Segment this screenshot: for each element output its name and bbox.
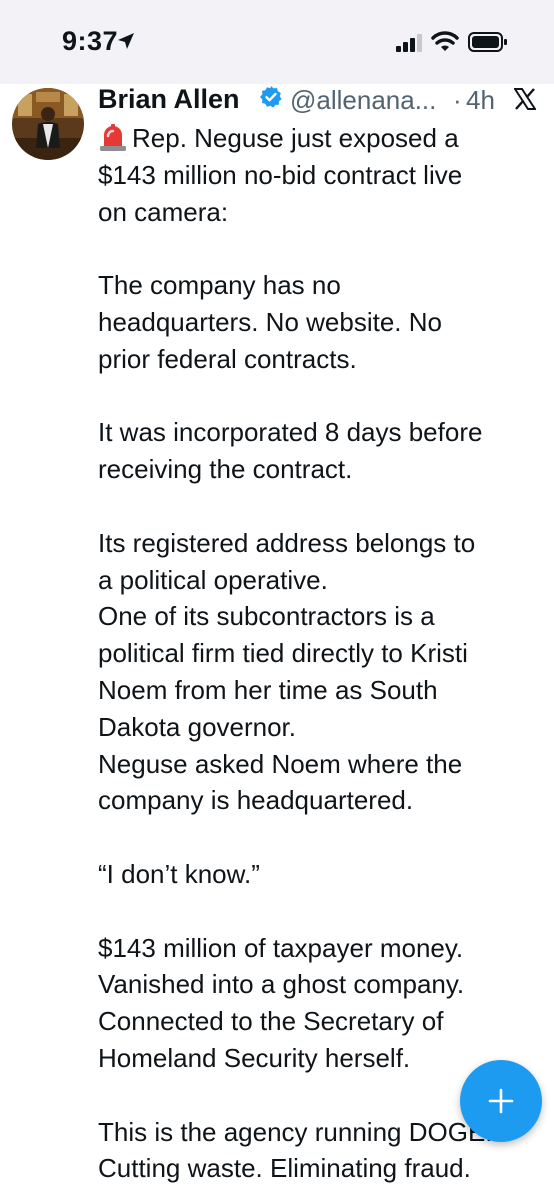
text-line-12: a political operative. [98, 564, 328, 595]
text-line-9: receiving the contract. [98, 454, 353, 485]
text-line-8: It was incorporated 8 days before [98, 417, 483, 448]
compose-button[interactable] [460, 1060, 542, 1142]
text-line-16: Dakota governor. [98, 711, 297, 742]
wifi-icon [431, 31, 459, 58]
paragraph-break [98, 893, 550, 930]
tweet[interactable]: Brian Allen @allenana... · 4h Rep. Negus… [0, 84, 554, 1200]
text-line-1: $143 million no-bid contract live [98, 159, 463, 190]
paragraph-break [98, 378, 550, 415]
status-time: 9:37 [62, 26, 119, 56]
tweet-header: Brian Allen @allenana... · 4h [98, 84, 548, 116]
text-line-15: Noem from her time as South [98, 674, 438, 705]
location-arrow-icon [117, 32, 135, 55]
plus-icon [488, 1088, 514, 1114]
text-line: Rep. Neguse just exposed a [98, 120, 550, 157]
text-line-20: “I don’t know.” [98, 858, 260, 889]
police-light-icon [98, 122, 128, 152]
text-line-24: Connected to the Secretary of [98, 1006, 444, 1037]
text-line-17: Neguse asked Noem where the [98, 748, 463, 779]
text-line-5: headquarters. No website. No [98, 306, 442, 337]
status-bar: 9:37 [0, 0, 554, 84]
battery-icon [468, 31, 508, 58]
x-logo-icon [513, 88, 537, 110]
separator: · [453, 85, 462, 115]
text-line-0: Rep. Neguse just exposed a [132, 123, 459, 153]
text-line-28: Cutting waste. Eliminating fraud. [98, 1153, 471, 1184]
avatar[interactable] [12, 88, 84, 160]
text-line-18: company is headquartered. [98, 785, 414, 816]
text-line-6: prior federal contracts. [98, 343, 357, 374]
verified-badge-icon [259, 85, 283, 109]
paragraph-break [98, 819, 550, 856]
tweet-text: Rep. Neguse just exposed a $143 million … [98, 120, 550, 1187]
display-name[interactable]: Brian Allen [98, 84, 240, 115]
cellular-signal-icon [396, 34, 424, 57]
text-line-4: The company has no [98, 270, 341, 301]
paragraph-break [98, 230, 550, 267]
text-line-13: One of its subcontractors is a [98, 601, 435, 632]
tweet-time[interactable]: 4h [466, 85, 495, 116]
text-line-11: Its registered address belongs to [98, 527, 476, 558]
text-line-2: on camera: [98, 196, 229, 227]
handle[interactable]: @allenana... [290, 85, 436, 116]
paragraph-break [98, 488, 550, 525]
text-line-14: political firm tied directly to Kristi [98, 638, 468, 669]
text-line-23: Vanished into a ghost company. [98, 969, 465, 1000]
text-line-22: $143 million of taxpayer money. [98, 932, 464, 963]
